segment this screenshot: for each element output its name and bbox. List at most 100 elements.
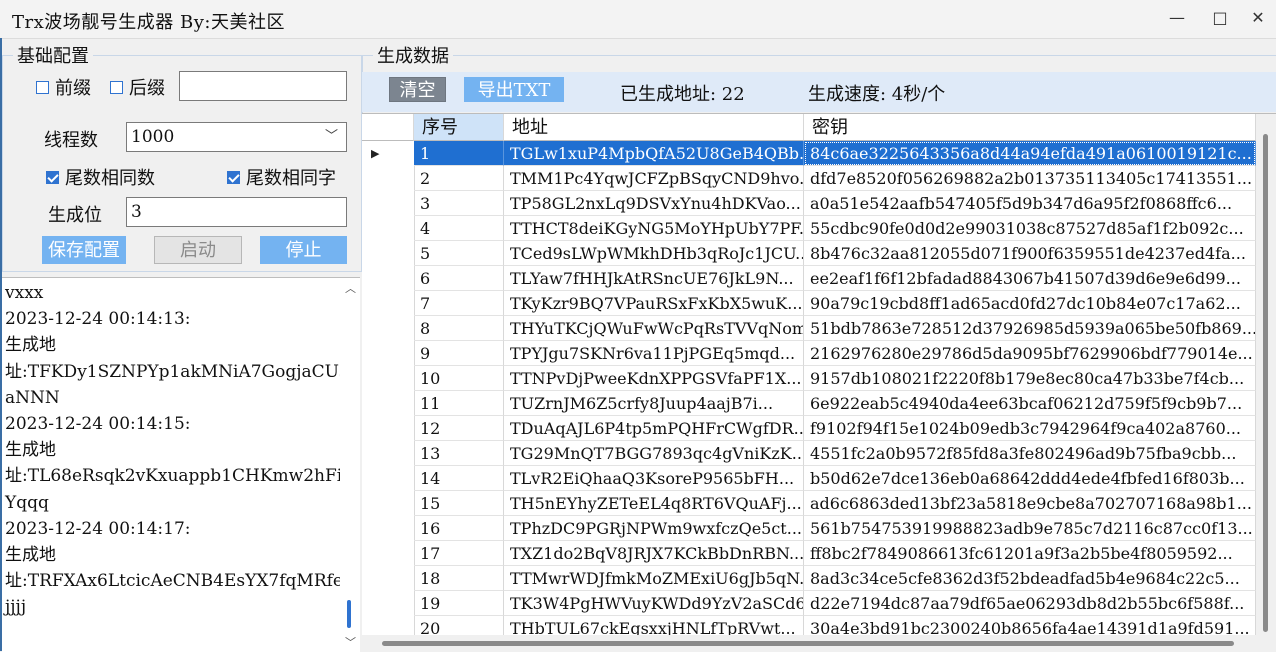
log-scrollbar[interactable]: ︿ ﹀ [340,278,360,652]
col-header-index[interactable]: 序号 [414,114,504,141]
save-config-button[interactable]: 保存配置 [42,236,126,264]
cell-address[interactable]: TH5nEYhyZETeEL4q8RT6VQuAFj... [504,491,804,516]
cell-index[interactable]: 6 [414,266,504,291]
suffix-checkbox-box[interactable] [110,80,123,94]
export-txt-button[interactable]: 导出TXT [464,77,564,102]
col-header-key[interactable]: 密钥 [804,114,1256,141]
cell-index[interactable]: 12 [414,416,504,441]
cell-address[interactable]: TP58GL2nxLq9DSVxYnu4hDKVao... [504,191,804,216]
cell-address[interactable]: TGLw1xuP4MpbQfA52U8GeB4QBb... [504,141,804,166]
table-row[interactable]: 9 TPYJgu7SKNr6va11PjPGEq5mqd... 2162976280… [414,341,1256,366]
cell-key[interactable]: ff8bc2f7849086613fc61201a9f3a2b5be4f8059… [804,541,1256,566]
table-row[interactable]: 10 TTNPvDjPweeKdnXPPGSVfaPF1X... 9157db108… [414,366,1256,391]
table-row[interactable]: 6 TLYaw7fHHJkAtRSncUE76JkL9N... ee2eaf1f6f… [414,266,1256,291]
digits-input[interactable]: 3 [126,197,347,227]
prefix-checkbox[interactable]: 前缀 [36,74,91,100]
cell-key[interactable]: f9102f94f15e1024b09edb3c7942964f9ca402a8… [804,416,1256,441]
scroll-down-icon[interactable]: ﹀ [345,634,356,650]
cell-address[interactable]: TCed9sLWpWMkhDHb3qRoJc1JCU... [504,241,804,266]
suffix-checkbox[interactable]: 后缀 [110,74,165,100]
minimize-icon[interactable]: — [1164,6,1190,30]
cell-key[interactable]: ad6c6863ded13bf23a5818e9cbe8a702707168a9… [804,491,1256,516]
col-header-address[interactable]: 地址 [504,114,804,141]
cell-key[interactable]: b50d62e7dce136eb0a68642ddd4ede4fbfed16f8… [804,466,1256,491]
cell-address[interactable]: TPhzDC9PGRjNPWm9wxfczQe5ct... [504,516,804,541]
cell-index[interactable]: 17 [414,541,504,566]
cell-index[interactable]: 16 [414,516,504,541]
cell-index[interactable]: 2 [414,166,504,191]
prefix-checkbox-box[interactable] [36,80,49,94]
cell-key[interactable]: 8ad3c34ce5cfe8362d3f52bdeadfad5b4e9684c2… [804,566,1256,591]
cell-key[interactable]: 561b754753919988823adb9e785c7d2116c87cc0… [804,516,1256,541]
cell-index[interactable]: 10 [414,366,504,391]
cell-address[interactable]: TTNPvDjPweeKdnXPPGSVfaPF1X... [504,366,804,391]
log-textbox[interactable]: vxxx 2023-12-24 00:14:13: 生成地 址:TFKDy1SZNPY… [2,277,360,652]
cell-index[interactable]: 19 [414,591,504,616]
cell-index[interactable]: 4 [414,216,504,241]
cell-address[interactable]: TKyKzr9BQ7VPauRSxFxKbX5wuK... [504,291,804,316]
cell-address[interactable]: TLvR2EiQhaaQ3KsoreP9565bFH... [504,466,804,491]
cell-index[interactable]: 3 [414,191,504,216]
table-row[interactable]: 8 THYuTKCjQWuFwWcPqRsTVVqNom... 51bdb7863e… [414,316,1256,341]
table-row[interactable]: 11 TUZrnJM6Z5crfy8Juup4aajB7i... 6e922eab5… [414,391,1256,416]
cell-index[interactable]: 11 [414,391,504,416]
cell-address[interactable]: TK3W4PgHWVuyKWDd9YzV2aSCd6... [504,591,804,616]
grid-vscroll-thumb[interactable] [1263,134,1268,632]
start-button[interactable]: 启动 [154,236,242,264]
cell-index[interactable]: 15 [414,491,504,516]
cell-key[interactable]: dfd7e8520f056269882a2b013735113405c17413… [804,166,1256,191]
cell-key[interactable]: 90a79c19cbd8ff1ad65acd0fd27dc10b84e07c17… [804,291,1256,316]
cell-key[interactable]: 9157db108021f2220f8b179e8ec80ca47b33be7f… [804,366,1256,391]
cell-key[interactable]: 51bdb7863e728512d37926985d5939a065be50fb… [804,316,1256,341]
chevron-down-icon[interactable]: ﹀ [325,123,338,151]
cell-index[interactable]: 13 [414,441,504,466]
cell-index[interactable]: 9 [414,341,504,366]
cell-address[interactable]: TPYJgu7SKNr6va11PjPGEq5mqd... [504,341,804,366]
cell-key[interactable]: 2162976280e29786d5da9095bf7629906bdf7790… [804,341,1256,366]
cell-address[interactable]: TTHCT8deiKGyNG5MoYHpUbY7PF... [504,216,804,241]
table-row[interactable]: 12 TDuAqAJL6P4tp5mPQHFrCWgfDR... f9102f94f… [414,416,1256,441]
cell-index[interactable]: 7 [414,291,504,316]
table-row[interactable]: 1 TGLw1xuP4MpbQfA52U8GeB4QBb... 84c6ae3225… [414,141,1256,166]
close-icon[interactable]: ✕ [1245,6,1271,30]
cell-address[interactable]: THYuTKCjQWuFwWcPqRsTVVqNom... [504,316,804,341]
table-row[interactable]: 14 TLvR2EiQhaaQ3KsoreP9565bFH... b50d62e7d… [414,466,1256,491]
stop-button[interactable]: 停止 [260,236,347,264]
table-row[interactable]: 18 TTMwrWDJfmkMoZMExiU6gJb5qN... 8ad3c34ce… [414,566,1256,591]
cell-key[interactable]: d22e7194dc87aa79df65ae06293db8d2b55bc6f5… [804,591,1256,616]
log-scroll-thumb[interactable] [347,600,351,628]
cell-index[interactable]: 18 [414,566,504,591]
cell-index[interactable]: 14 [414,466,504,491]
cell-address[interactable]: TDuAqAJL6P4tp5mPQHFrCWgfDR... [504,416,804,441]
cell-key[interactable]: 84c6ae3225643356a8d44a94efda491a06100191… [804,141,1256,166]
cell-index[interactable]: 8 [414,316,504,341]
cell-address[interactable]: TXZ1do2BqV8JRJX7KCkBbDnRBN... [504,541,804,566]
maximize-icon[interactable]: □ [1207,6,1233,30]
data-grid[interactable]: 序号 地址 密钥 1 TGLw1xuP4MpbQfA52U8GeB4QBb... 8… [362,113,1276,652]
cell-key[interactable]: 8b476c32aa812055d071f900f6359551de4237ed… [804,241,1256,266]
affix-input[interactable] [179,71,347,101]
table-row[interactable]: 17 TXZ1do2BqV8JRJX7KCkBbDnRBN... ff8bc2f78… [414,541,1256,566]
cell-address[interactable]: TTMwrWDJfmkMoZMExiU6gJb5qN... [504,566,804,591]
cell-address[interactable]: TG29MnQT7BGG7893qc4gVniKzK... [504,441,804,466]
table-row[interactable]: 4 TTHCT8deiKGyNG5MoYHpUbY7PF... 55cdbc90fe… [414,216,1256,241]
grid-hscroll-thumb[interactable] [382,641,1234,646]
table-row[interactable]: 2 TMM1Pc4YqwJCFZpBSqyCND9hvo... dfd7e8520f… [414,166,1256,191]
cell-key[interactable]: a0a51e542aafb547405f5d9b347d6a95f2f0868f… [804,191,1256,216]
table-row[interactable]: 7 TKyKzr9BQ7VPauRSxFxKbX5wuK... 90a79c19cb… [414,291,1256,316]
tail-same-char-checkbox[interactable]: 尾数相同字 [227,164,336,190]
cell-key[interactable]: 4551fc2a0b9572f85fd8a3fe802496ad9b75fba9… [804,441,1256,466]
tail-same-char-checkbox-box[interactable] [227,170,240,184]
cell-address[interactable]: TUZrnJM6Z5crfy8Juup4aajB7i... [504,391,804,416]
cell-address[interactable]: TLYaw7fHHJkAtRSncUE76JkL9N... [504,266,804,291]
cell-index[interactable]: 5 [414,241,504,266]
threads-select[interactable]: 1000 ﹀ [126,122,347,152]
table-row[interactable]: 19 TK3W4PgHWVuyKWDd9YzV2aSCd6... d22e7194d… [414,591,1256,616]
cell-address[interactable]: TMM1Pc4YqwJCFZpBSqyCND9hvo... [504,166,804,191]
table-row[interactable]: 15 TH5nEYhyZETeEL4q8RT6VQuAFj... ad6c6863d… [414,491,1256,516]
clear-button[interactable]: 清空 [389,77,446,102]
grid-hscrollbar[interactable] [362,635,1256,652]
table-row[interactable]: 5 TCed9sLWpWMkhDHb3qRoJc1JCU... 8b476c32aa… [414,241,1256,266]
scroll-up-icon[interactable]: ︿ [345,280,356,296]
grid-vscrollbar[interactable] [1256,114,1276,635]
